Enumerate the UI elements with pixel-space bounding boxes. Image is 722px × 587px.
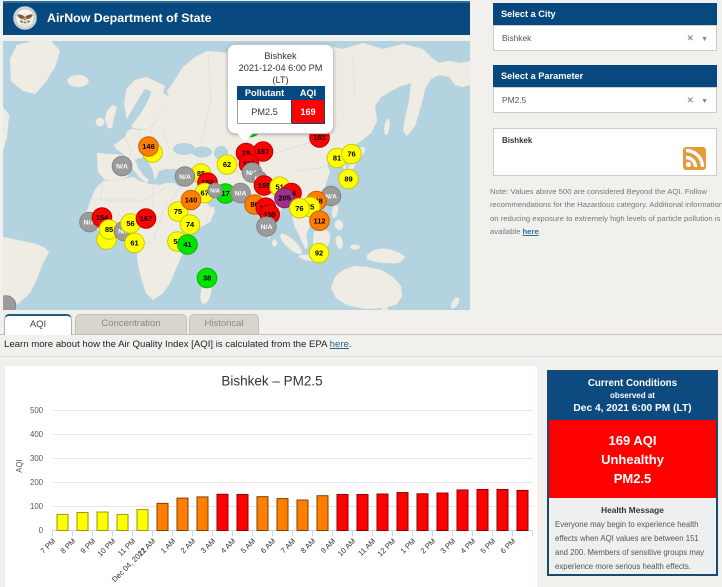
svg-text:N/A: N/A [261,224,273,231]
svg-text:11 AM: 11 AM [356,537,377,558]
svg-text:8 PM: 8 PM [59,537,78,556]
svg-text:9 AM: 9 AM [319,537,338,556]
svg-text:2 PM: 2 PM [419,537,438,556]
svg-text:56: 56 [126,219,134,228]
svg-text:89: 89 [344,175,352,184]
svg-text:4 AM: 4 AM [219,537,238,556]
svg-text:AQI: AQI [15,459,24,472]
svg-text:41: 41 [183,240,191,249]
svg-text:Bishkek – PM2.5: Bishkek – PM2.5 [221,374,322,389]
svg-text:N/A: N/A [210,189,220,195]
svg-text:N/A: N/A [179,174,191,181]
svg-text:92: 92 [315,249,323,258]
svg-text:8 AM: 8 AM [299,537,318,556]
svg-text:3 PM: 3 PM [439,537,458,556]
svg-text:146: 146 [142,142,155,151]
svg-text:167: 167 [140,214,153,223]
svg-text:38: 38 [203,274,211,283]
svg-text:7 PM: 7 PM [39,537,58,556]
svg-text:74: 74 [186,220,195,229]
svg-text:76: 76 [347,150,355,159]
svg-text:3 AM: 3 AM [199,537,218,556]
svg-text:12 PM: 12 PM [376,537,398,559]
svg-text:300: 300 [30,454,44,463]
svg-text:N/A: N/A [116,163,128,170]
svg-text:1 PM: 1 PM [399,537,418,556]
svg-text:167: 167 [257,147,270,156]
svg-text:6 PM: 6 PM [499,537,518,556]
svg-text:200: 200 [30,478,44,487]
svg-text:155: 155 [258,181,271,190]
svg-text:10 PM: 10 PM [96,537,118,559]
svg-text:100: 100 [30,502,44,511]
svg-text:5 PM: 5 PM [479,537,498,556]
svg-text:81: 81 [333,154,341,163]
svg-text:0: 0 [39,526,44,535]
svg-text:500: 500 [30,406,44,415]
svg-text:N/A: N/A [235,190,247,197]
svg-text:1 AM: 1 AM [159,537,178,556]
svg-text:76: 76 [295,204,303,213]
svg-text:2 AM: 2 AM [179,537,198,556]
svg-text:4 PM: 4 PM [459,537,478,556]
svg-text:10 AM: 10 AM [336,537,358,559]
svg-text:62: 62 [223,160,231,169]
svg-text:9 PM: 9 PM [79,537,98,556]
svg-text:112: 112 [313,216,325,225]
svg-text:75: 75 [174,207,182,216]
svg-text:61: 61 [130,239,138,248]
svg-text:140: 140 [185,196,198,205]
svg-text:6 AM: 6 AM [259,537,278,556]
svg-text:161: 161 [313,133,326,142]
svg-text:5 AM: 5 AM [239,537,258,556]
svg-text:85: 85 [105,225,113,234]
svg-text:N/A: N/A [325,193,337,200]
svg-text:7 AM: 7 AM [279,537,298,556]
svg-text:400: 400 [30,430,44,439]
svg-text:205: 205 [278,194,291,203]
